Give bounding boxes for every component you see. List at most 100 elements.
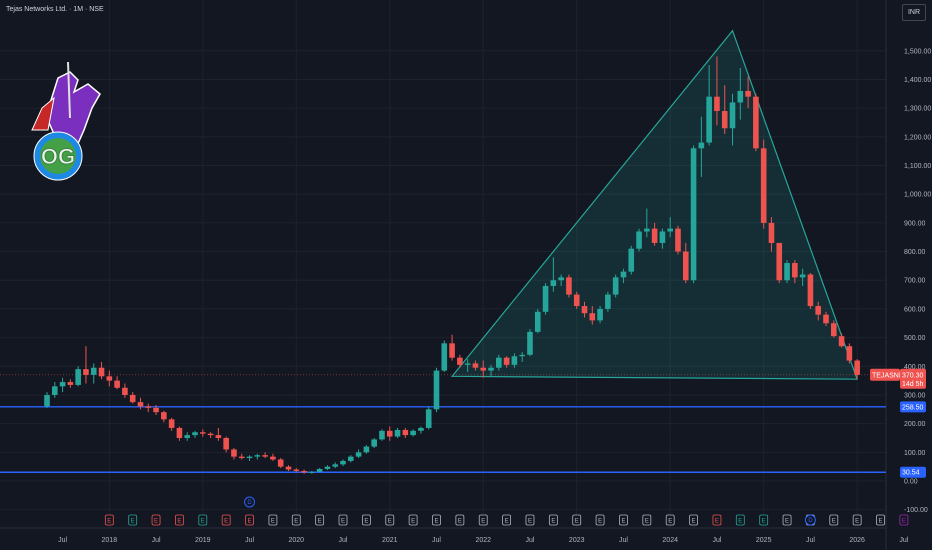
candle (114, 376, 120, 390)
candle (690, 145, 697, 284)
candle (846, 343, 853, 364)
earnings-marker: E (408, 514, 418, 526)
candle-body (488, 367, 494, 371)
countdown-label: 14d 5h (902, 381, 924, 388)
candle (394, 427, 401, 438)
candle-body (332, 464, 339, 467)
earnings-marker: E (829, 514, 839, 526)
earnings-marker-label: E (224, 519, 228, 525)
candle (161, 410, 167, 423)
level-tag-label: 258.50 (902, 404, 924, 411)
earnings-marker-label: E (832, 519, 836, 525)
x-tick-label: 2024 (662, 537, 678, 544)
y-tick-label: 1,000.00 (904, 192, 931, 199)
earnings-marker: E (595, 514, 605, 526)
earnings-marker-label: E (575, 519, 579, 525)
chart-canvas[interactable]: 1,500.00 1,400.00 1,300.00 1,200.00 1,100.00… (0, 0, 932, 550)
earnings-marker: E (525, 514, 535, 526)
candle (418, 426, 424, 434)
candle-body (760, 148, 767, 223)
candle (106, 370, 113, 387)
chart-title: Tejas Networks Ltd. · 1M · NSE (6, 6, 104, 13)
candle-body (605, 294, 611, 309)
candle-body (394, 429, 401, 437)
x-tick-label: 2026 (849, 537, 865, 544)
candle-body (301, 470, 307, 473)
candle (784, 260, 790, 284)
y-tick-label: -100.00 (904, 507, 928, 514)
earnings-marker: E (128, 514, 138, 526)
candle-body (854, 360, 860, 375)
candle-body (168, 419, 175, 428)
candle (231, 448, 237, 460)
candle-body (745, 90, 751, 97)
candle-body (815, 306, 822, 315)
candle (425, 406, 432, 430)
earnings-marker-label: E (785, 519, 789, 525)
earnings-marker: E (151, 514, 161, 526)
y-tick-label: 1,500.00 (904, 48, 931, 55)
candle-body (846, 346, 853, 361)
earnings-marker-label: E (458, 519, 462, 525)
candle-body (184, 435, 191, 438)
earnings-marker-label: E (177, 519, 181, 525)
candle (534, 308, 541, 334)
earnings-marker-label: E (294, 519, 298, 525)
y-tick-label: 1,400.00 (904, 77, 931, 84)
candle-body (784, 263, 790, 281)
earnings-marker-label: E (411, 519, 415, 525)
candle-body (215, 435, 222, 438)
x-tick-label: Jul (712, 537, 721, 544)
earnings-marker-label: E (715, 519, 719, 525)
earnings-marker-label: E (528, 519, 532, 525)
currency-button[interactable]: INR (902, 4, 926, 21)
x-tick-label: 2023 (569, 537, 585, 544)
candle-body (425, 409, 432, 428)
earnings-marker-label: E (271, 519, 275, 525)
earnings-marker: E (782, 514, 792, 526)
x-tick-label: Jul (432, 537, 441, 544)
candle (636, 228, 642, 252)
candle (129, 392, 136, 404)
candle-body (636, 231, 642, 249)
candle-body (379, 430, 385, 440)
candle-body (698, 142, 705, 149)
candle-body (293, 469, 300, 471)
earnings-marker: E (245, 514, 254, 526)
candle (371, 437, 377, 449)
earnings-marker-label: E (762, 519, 766, 525)
earnings-marker-label: E (738, 519, 742, 525)
candle-body (348, 456, 354, 461)
candle (254, 453, 261, 460)
x-tick-label: Jul (58, 537, 67, 544)
candle-body (67, 382, 74, 385)
candle (605, 291, 611, 312)
candle-body (511, 356, 518, 365)
earnings-marker: E (642, 514, 652, 526)
earnings-marker-label: E (621, 519, 625, 525)
candle-body (659, 231, 666, 243)
x-tick-label: Jul (806, 537, 815, 544)
candle-body (675, 228, 681, 252)
candle-body (823, 314, 829, 324)
candle (402, 427, 409, 438)
earnings-marker-label: E (692, 519, 696, 525)
candle (238, 453, 245, 460)
candle (98, 361, 105, 380)
candle (753, 93, 759, 152)
candle-body (628, 248, 635, 272)
earnings-marker-label: E (505, 519, 509, 525)
candle-body (753, 96, 759, 149)
earnings-marker-label: E (107, 519, 111, 525)
earnings-marker-label: E (388, 519, 392, 525)
earnings-marker: E (315, 514, 325, 526)
earnings-marker: E (876, 514, 885, 526)
candle-body (254, 455, 261, 457)
candle-body (246, 456, 253, 459)
candle-body (238, 456, 245, 459)
candle-body (192, 432, 198, 436)
candle-body (838, 336, 845, 347)
x-tick-label: 2022 (475, 537, 491, 544)
candle-body (566, 277, 572, 295)
candle-body (768, 222, 775, 243)
